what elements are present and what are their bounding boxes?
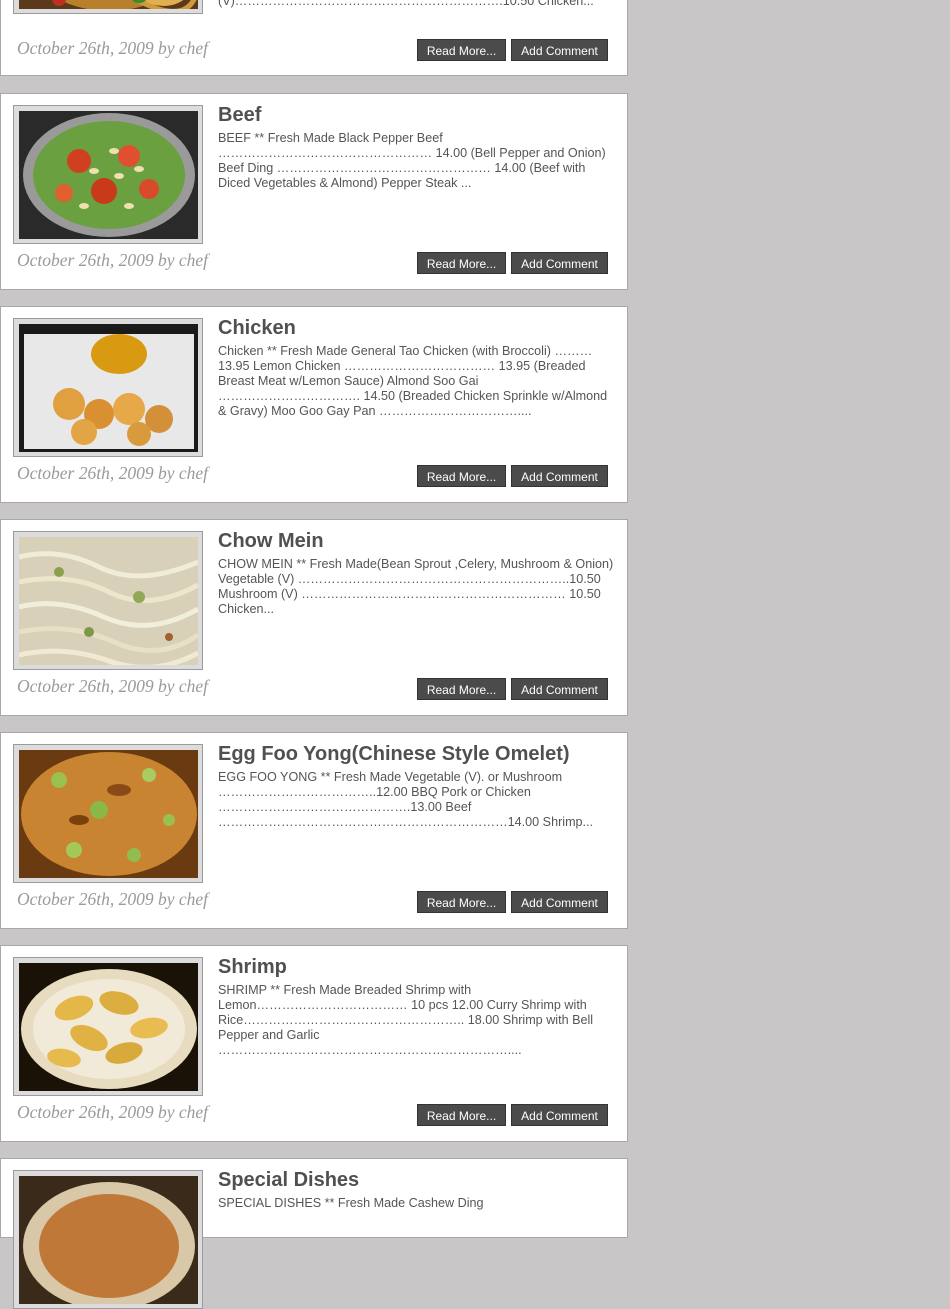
read-more-button[interactable]: Read More...: [417, 1104, 506, 1126]
post-meta: October 26th, 2009 by chef: [17, 38, 208, 58]
post-excerpt: CHOW MEIN ** Fresh Made(Bean Sprout ,Cel…: [218, 557, 614, 616]
post-title[interactable]: Beef: [218, 104, 261, 127]
post-card: (V)……………………………………………………….10.50 Chicken..…: [0, 0, 628, 76]
post-thumbnail[interactable]: [13, 1170, 203, 1309]
read-more-button[interactable]: Read More...: [417, 252, 506, 274]
post-excerpt: (V)……………………………………………………….10.50 Chicken..…: [218, 0, 594, 8]
egg-foo-yong-image: [19, 750, 198, 878]
read-more-button[interactable]: Read More...: [417, 39, 506, 61]
post-meta: October 26th, 2009 by chef: [17, 463, 208, 483]
add-comment-button[interactable]: Add Comment: [511, 1104, 608, 1126]
add-comment-button[interactable]: Add Comment: [511, 465, 608, 487]
post-meta: October 26th, 2009 by chef: [17, 250, 208, 270]
add-comment-button[interactable]: Add Comment: [511, 678, 608, 700]
post-thumbnail[interactable]: [13, 0, 203, 14]
post-thumbnail[interactable]: [13, 105, 203, 244]
post-title[interactable]: Shrimp: [218, 956, 287, 979]
special-dish-image: [19, 1176, 198, 1304]
post-title[interactable]: Chicken: [218, 317, 296, 340]
post-excerpt: SHRIMP ** Fresh Made Breaded Shrimp with…: [218, 983, 594, 1057]
post-title[interactable]: Chow Mein: [218, 530, 324, 553]
beef-dish-image: [19, 111, 198, 239]
add-comment-button[interactable]: Add Comment: [511, 252, 608, 274]
noodle-dish-image: [19, 0, 198, 9]
post-meta: October 26th, 2009 by chef: [17, 889, 208, 909]
post-card: Shrimp SHRIMP ** Fresh Made Breaded Shri…: [0, 945, 628, 1142]
post-thumbnail[interactable]: [13, 957, 203, 1096]
chow-mein-image: [19, 537, 198, 665]
post-card: Special Dishes SPECIAL DISHES ** Fresh M…: [0, 1158, 628, 1309]
chicken-dish-image: [19, 324, 198, 452]
post-title[interactable]: Special Dishes: [218, 1169, 359, 1192]
post-title[interactable]: Egg Foo Yong(Chinese Style Omelet): [218, 743, 570, 766]
post-card: Chow Mein CHOW MEIN ** Fresh Made(Bean S…: [0, 519, 628, 716]
shrimp-dish-image: [19, 963, 198, 1091]
add-comment-button[interactable]: Add Comment: [511, 39, 608, 61]
post-thumbnail[interactable]: [13, 318, 203, 457]
read-more-button[interactable]: Read More...: [417, 891, 506, 913]
post-meta: October 26th, 2009 by chef: [17, 676, 208, 696]
read-more-button[interactable]: Read More...: [417, 465, 506, 487]
post-excerpt: EGG FOO YONG ** Fresh Made Vegetable (V)…: [218, 770, 594, 829]
post-excerpt: Chicken ** Fresh Made General Tao Chicke…: [218, 344, 608, 418]
post-thumbnail[interactable]: [13, 531, 203, 670]
post-card: Chicken Chicken ** Fresh Made General Ta…: [0, 306, 628, 503]
post-card: Egg Foo Yong(Chinese Style Omelet) EGG F…: [0, 732, 628, 929]
add-comment-button[interactable]: Add Comment: [511, 891, 608, 913]
post-meta: October 26th, 2009 by chef: [17, 1102, 208, 1122]
read-more-button[interactable]: Read More...: [417, 678, 506, 700]
post-excerpt: BEEF ** Fresh Made Black Pepper Beef …………: [218, 131, 606, 190]
post-thumbnail[interactable]: [13, 744, 203, 883]
post-card: Beef BEEF ** Fresh Made Black Pepper Bee…: [0, 93, 628, 290]
post-excerpt: SPECIAL DISHES ** Fresh Made Cashew Ding: [218, 1196, 484, 1210]
